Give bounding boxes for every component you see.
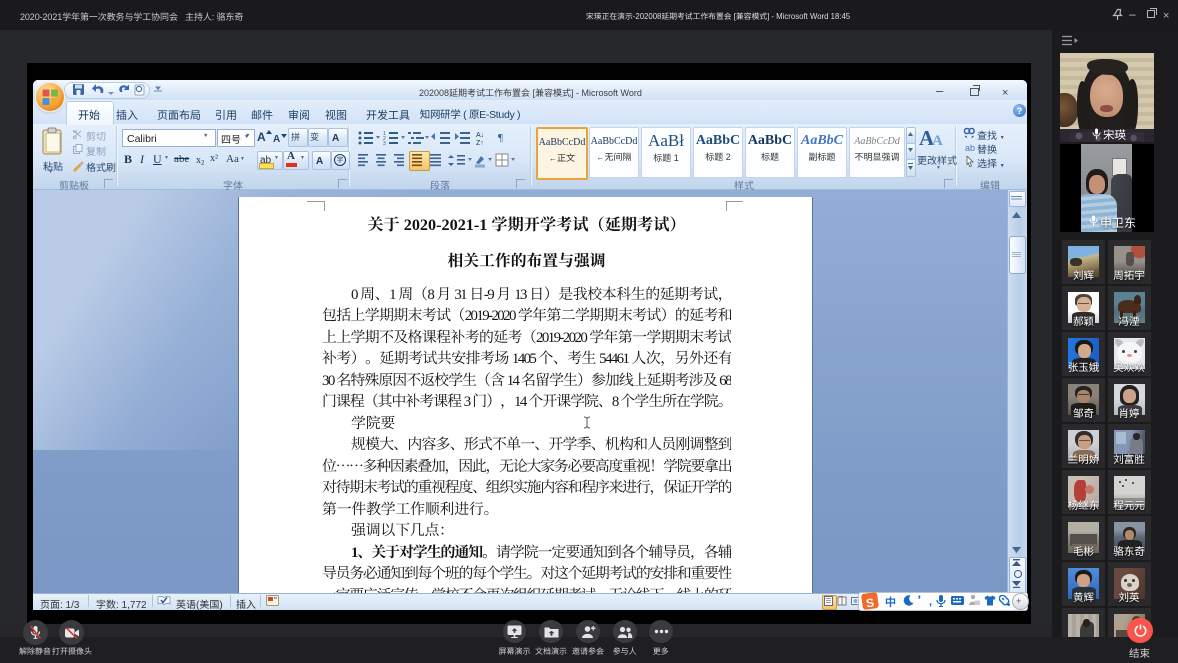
svg-text:Z↑: Z↑ — [476, 140, 484, 146]
svg-text:¶: ¶ — [498, 132, 503, 144]
svg-text:A↓: A↓ — [476, 132, 484, 139]
svg-text:3: 3 — [383, 141, 386, 146]
